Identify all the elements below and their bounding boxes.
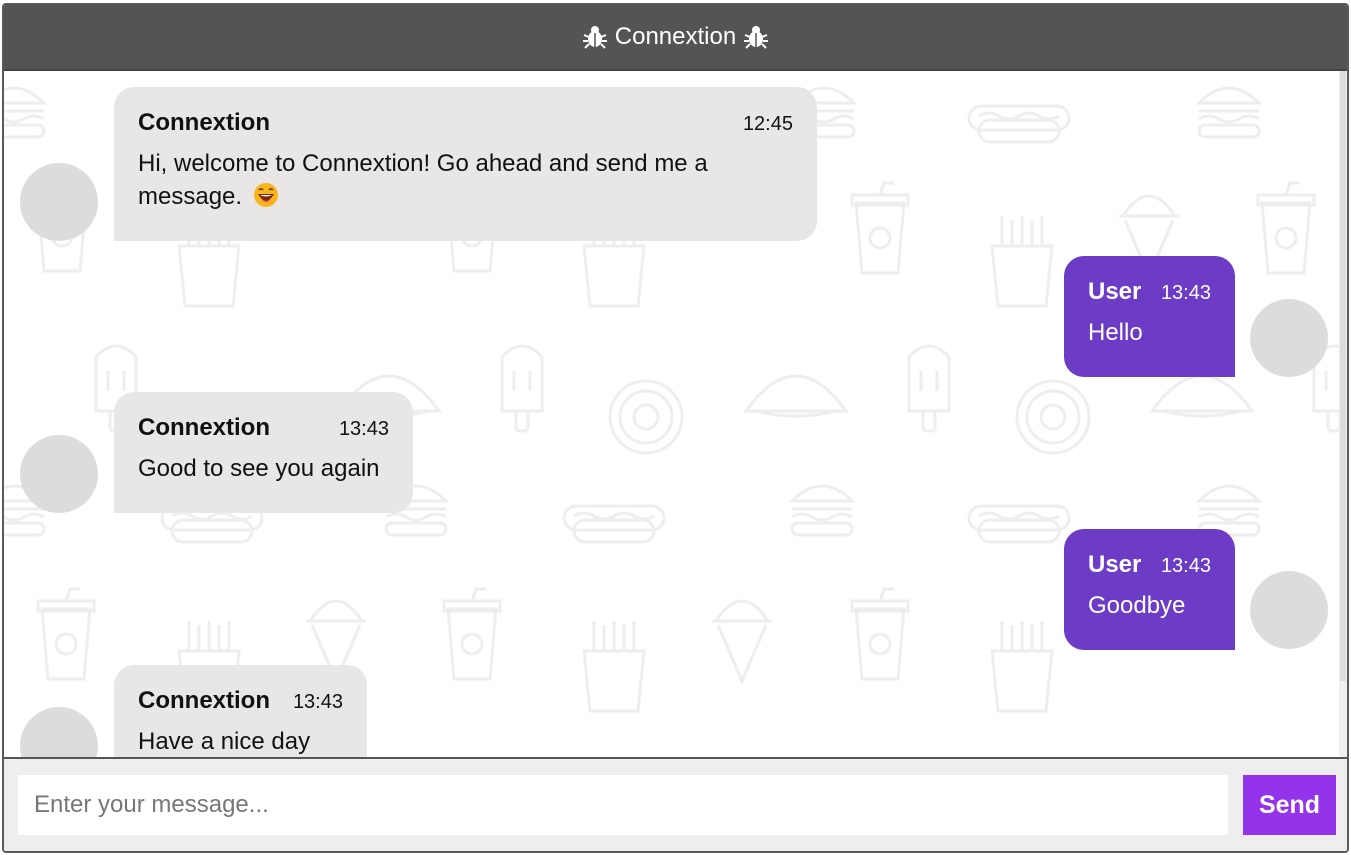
bug-icon <box>582 26 607 49</box>
message-text: Hello <box>1088 319 1143 346</box>
send-button[interactable]: Send <box>1243 775 1336 835</box>
message-list-scrollbar[interactable] <box>1339 71 1347 760</box>
user-avatar <box>1250 571 1328 649</box>
message-time: 13:43 <box>1160 282 1211 304</box>
app-title: Connextion <box>614 23 737 50</box>
user-message-bubble: User 13:43 Goodbye <box>1064 529 1235 650</box>
chat-header: Connextion <box>4 5 1347 71</box>
message-list[interactable]: Connextion 12:45 Hi, welcome to Connexti… <box>4 71 1341 760</box>
message-time: 13:43 <box>1160 555 1211 577</box>
user-avatar <box>1250 299 1328 377</box>
bot-message-bubble: Connextion 13:43 Good to see you again <box>114 392 413 513</box>
message-text: Hi, welcome to Connextion! Go ahead and … <box>138 150 708 210</box>
bot-message-bubble: Connextion 13:43 Have a nice day <box>114 665 367 760</box>
message-time: 12:45 <box>742 113 793 135</box>
chat-window: Connextion Connextion 12:45 Hi, welcome … <box>2 3 1349 853</box>
sender-name: User <box>1088 278 1142 305</box>
bug-icon <box>744 26 769 49</box>
message-text: Good to see you again <box>138 455 380 482</box>
grinning-face-emoji <box>253 183 278 207</box>
sender-name: Connextion <box>138 414 270 441</box>
bot-message-bubble: Connextion 12:45 Hi, welcome to Connexti… <box>114 87 817 241</box>
scrollbar-thumb[interactable] <box>1340 71 1346 681</box>
user-message-bubble: User 13:43 Hello <box>1064 256 1235 377</box>
sender-name: Connextion <box>138 687 270 714</box>
message-text: Goodbye <box>1088 592 1186 619</box>
message-input[interactable] <box>18 775 1228 835</box>
sender-name: Connextion <box>138 109 270 136</box>
bot-avatar <box>20 163 98 241</box>
message-composer: Send <box>4 757 1347 851</box>
bot-avatar <box>20 435 98 513</box>
message-time: 13:43 <box>292 691 343 713</box>
message-text: Have a nice day <box>138 728 311 755</box>
message-time: 13:43 <box>338 418 389 440</box>
sender-name: User <box>1088 551 1142 578</box>
